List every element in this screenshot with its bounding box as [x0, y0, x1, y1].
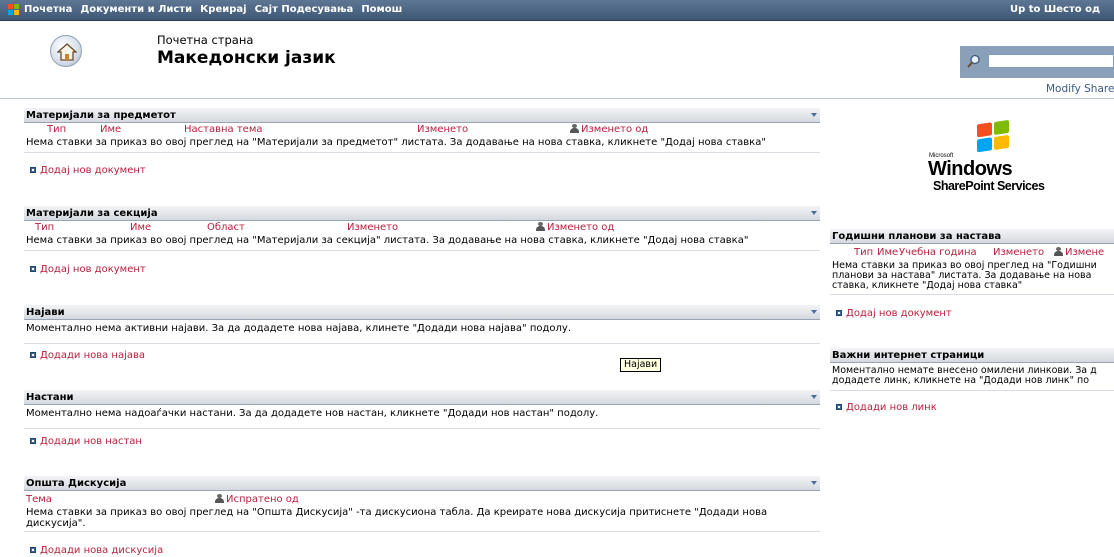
column-name[interactable]: Име [130, 222, 151, 233]
webpart-announcements: Најави Моментално нема активни најави. З… [24, 305, 820, 344]
nav-create[interactable]: Креирај [200, 4, 246, 15]
column-type[interactable]: Тип [35, 222, 54, 233]
nav-documents-lists[interactable]: Документи и Листи [80, 4, 192, 15]
user-icon [1054, 247, 1063, 256]
column-modified[interactable]: Изменето [993, 247, 1044, 258]
separator [24, 152, 820, 153]
webpart-menu-arrow-icon[interactable] [811, 481, 817, 485]
separator [24, 250, 820, 251]
webpart-title: Материјали за предметот [24, 108, 820, 123]
webpart-section-materials: Материјали за секција Тип Име Област Изм… [24, 206, 820, 251]
add-bullet-icon [30, 167, 36, 173]
windows-sharepoint-services-logo: Microsoft Windows SharePoint Services [925, 119, 1085, 200]
webpart-annual-plans: Годишни планови за настава Тип Име Учебн… [830, 229, 1114, 295]
empty-list-message: Моментално нема надоаѓачки настани. За д… [26, 408, 599, 419]
webpart-menu-arrow-icon[interactable] [811, 113, 817, 117]
nav-help[interactable]: Помош [361, 4, 402, 15]
webpart-menu-arrow-icon[interactable] [811, 211, 817, 215]
add-bullet-icon [30, 352, 36, 358]
breadcrumb[interactable]: Почетна страна [157, 33, 253, 47]
add-bullet-icon [30, 438, 36, 444]
page-title: Македонски јазик [157, 48, 336, 68]
separator [24, 343, 820, 344]
user-icon [215, 494, 224, 503]
column-modified[interactable]: Изменето [417, 124, 468, 135]
column-topic[interactable]: Наставна тема [184, 124, 263, 135]
webpart-menu-arrow-icon[interactable] [811, 395, 817, 399]
empty-list-message: Нема ставки за приказ во овој преглед на… [26, 507, 768, 529]
webpart-menu-arrow-icon[interactable] [811, 310, 817, 314]
empty-list-message: Моментално немате внесено омилени линков… [832, 365, 1097, 386]
column-modified-by[interactable]: Изменето од [570, 124, 648, 135]
webpart-subject-materials: Материјали за предметот Тип Име Наставна… [24, 108, 820, 153]
column-subject[interactable]: Тема [26, 494, 52, 505]
header-divider [0, 98, 1114, 99]
column-posted-by[interactable]: Испратено од [215, 494, 299, 505]
column-headers: Тип Име Учебна година Изменето Измене [830, 244, 1114, 258]
column-area[interactable]: Област [207, 222, 245, 233]
webpart-general-discussion: Општа Дискусија Тема Испратено од Нема с… [24, 476, 820, 532]
windows-flag-icon [977, 119, 1011, 155]
add-bullet-icon [836, 404, 842, 410]
top-nav-menu: Почетна Документи и Листи Креирај Сајт П… [24, 4, 402, 15]
webpart-important-links: Важни интернет страници Моментално немат… [830, 348, 1114, 391]
separator [24, 531, 820, 532]
webpart-title: Материјали за секција [24, 206, 820, 221]
site-actions-icon[interactable] [8, 4, 20, 16]
separator [830, 294, 1114, 295]
add-document-link[interactable]: Додај нов документ [30, 165, 146, 176]
column-modified[interactable]: Изменето [347, 222, 398, 233]
user-icon [570, 124, 579, 133]
webpart-title: Најави [24, 305, 820, 320]
add-bullet-icon [836, 310, 842, 316]
separator [24, 428, 820, 429]
nav-home[interactable]: Почетна [24, 4, 72, 15]
column-headers: Тип Име Област Изменето Изменето од [24, 221, 820, 234]
column-name[interactable]: Име [100, 124, 121, 135]
empty-list-message: Нема ставки за приказ во овој преглед на… [832, 260, 1097, 291]
column-school-year[interactable]: Учебна година [899, 247, 977, 258]
add-bullet-icon [30, 266, 36, 272]
webpart-title: Настани [24, 390, 820, 405]
add-announcement-link[interactable]: Додади нова најава [30, 350, 145, 361]
column-type[interactable]: Тип [47, 124, 66, 135]
add-event-link[interactable]: Додади нов настан [30, 436, 142, 447]
add-document-link[interactable]: Додај нов документ [836, 308, 952, 319]
user-icon [536, 222, 545, 231]
add-bullet-icon [30, 547, 36, 553]
column-headers: Тип Име Наставна тема Изменето Изменето … [24, 123, 820, 136]
up-to-parent-link[interactable]: Up to Шесто од [1010, 4, 1100, 15]
column-modified-by[interactable]: Изменето од [536, 222, 614, 233]
webpart-title: Годишни планови за настава [830, 229, 1114, 244]
nav-site-settings[interactable]: Сајт Подесувања [255, 4, 354, 15]
add-document-link[interactable]: Додај нов документ [30, 264, 146, 275]
empty-list-message: Нема ставки за приказ во овој преглед на… [26, 137, 766, 148]
empty-list-message: Нема ставки за приказ во овој преглед на… [26, 235, 749, 246]
search-input[interactable] [988, 54, 1114, 68]
column-name[interactable]: Име [877, 247, 898, 258]
empty-list-message: Моментално нема активни најави. За да до… [26, 323, 572, 334]
column-modified-by[interactable]: Измене [1054, 247, 1104, 258]
add-link-link[interactable]: Додади нов линк [836, 402, 937, 413]
column-type[interactable]: Тип [854, 247, 873, 258]
webpart-title: Важни интернет страници [830, 348, 1114, 363]
top-nav-bar: Почетна Документи и Листи Креирај Сајт П… [0, 0, 1114, 21]
separator [830, 390, 1114, 391]
modify-shared-page-link[interactable]: Modify Share [1046, 83, 1114, 95]
webpart-events: Настани Моментално нема надоаѓачки наста… [24, 390, 820, 429]
search-icon[interactable] [967, 54, 981, 68]
home-icon[interactable] [50, 35, 82, 67]
tooltip: Најави [620, 358, 662, 372]
column-headers: Тема Испратено од [24, 491, 820, 505]
webpart-title: Општа Дискусија [24, 476, 820, 491]
add-discussion-link[interactable]: Додади нова дискусија [30, 545, 163, 556]
